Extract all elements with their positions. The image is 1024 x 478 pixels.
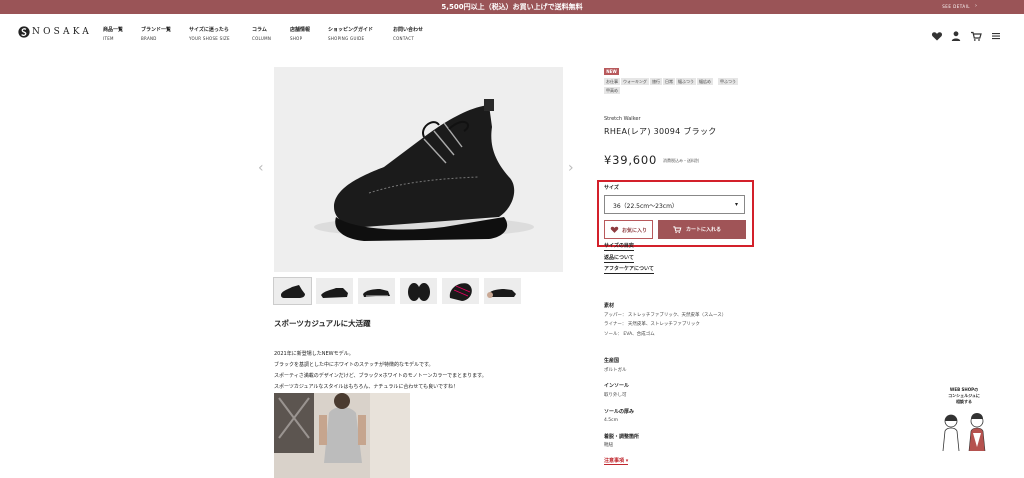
concierge-illustration xyxy=(942,413,986,452)
nav-item-shopping-guide[interactable]: ショッピングガイド SHOPING GUIDE xyxy=(328,26,373,41)
nav-sublabel: CONTACT xyxy=(393,36,415,41)
spec-heading: 素材 xyxy=(604,303,615,309)
tag[interactable]: 甲高め xyxy=(604,87,620,94)
nav-item-column[interactable]: コラム COLUMN xyxy=(252,26,271,41)
spec-heading: インソール xyxy=(604,383,630,389)
caution-label: 注意事項 xyxy=(604,458,625,464)
cart-icon xyxy=(673,226,682,234)
new-badge: NEW xyxy=(604,68,619,75)
nav-item-brand[interactable]: ブランド一覧 BRAND xyxy=(141,26,171,41)
chevron-down-icon: ▾ xyxy=(734,201,738,208)
tag[interactable]: 幅ふつう xyxy=(676,78,696,85)
thumbnail-4[interactable] xyxy=(400,278,437,304)
nav-item-item[interactable]: 商品一覧 ITEM xyxy=(103,26,123,41)
spec-text: 取り外し可 xyxy=(604,393,627,398)
thumbnail-2[interactable] xyxy=(316,278,353,304)
logo-mark-icon xyxy=(18,26,30,38)
description-line: スポーツカジュアルなスタイルはもちろん、ナチュラルに合わせても良いですね！ xyxy=(274,384,459,390)
heart-icon[interactable] xyxy=(931,27,943,41)
returns-link[interactable]: 返品について xyxy=(604,254,634,263)
nav-sublabel: BRAND xyxy=(141,36,157,41)
cart-icon[interactable] xyxy=(970,27,982,41)
description-line: ブラックを基調とした中にホワイトのステッチが特徴的なモデルです。 xyxy=(274,362,434,368)
size-guide-link[interactable]: サイズの目安 xyxy=(604,242,634,251)
add-to-cart-button[interactable]: カートに入れる xyxy=(658,220,746,239)
size-select[interactable]: 36（22.5cm〜23cm） ▾ xyxy=(604,195,745,214)
spec-heading: 着脱・調整箇所 xyxy=(604,434,640,440)
user-icon[interactable] xyxy=(950,27,962,41)
description-title: スポーツカジュアルに大活躍 xyxy=(274,319,371,328)
heart-icon xyxy=(610,226,619,233)
model-photo xyxy=(274,393,410,478)
tag[interactable]: ウォーキング xyxy=(621,78,649,85)
tag[interactable]: 幅広め xyxy=(697,78,713,85)
nav-item-contact[interactable]: お問い合わせ CONTACT xyxy=(393,26,423,41)
concierge-line: 相談する xyxy=(956,399,972,404)
size-select-value: 36（22.5cm〜23cm） xyxy=(613,203,678,210)
product-price: ¥39,600 xyxy=(604,153,658,167)
nav-sublabel: SHOPING GUIDE xyxy=(328,36,365,41)
nav-item-shoe-size[interactable]: サイズに迷ったら YOUR SHOSE SIZE xyxy=(189,26,230,41)
spec-text: ポルトガル xyxy=(604,368,627,373)
nav-label: ショッピングガイド xyxy=(328,27,374,33)
size-label: サイズ xyxy=(604,185,619,191)
caution-link[interactable]: 注意事項 ▾ xyxy=(604,457,629,465)
add-to-cart-label: カートに入れる xyxy=(686,227,722,233)
concierge-widget[interactable]: WEB SHOPの コンシェルジュに 相談する xyxy=(933,387,995,457)
favorite-label: お気に入り xyxy=(622,228,648,234)
price-note: 消費税込み・送料別 xyxy=(663,158,699,163)
thumbnail-6[interactable] xyxy=(484,278,521,304)
gallery-prev-button[interactable]: ‹ xyxy=(258,160,264,176)
product-brand[interactable]: Stretch Walker xyxy=(604,116,641,122)
favorite-button[interactable]: お気に入り xyxy=(604,220,653,239)
spec-text: ライナー： 天然皮革、ストレッチファブリック xyxy=(604,322,700,327)
spec-text: 靴紐 xyxy=(604,443,613,448)
nav-label: ブランド一覧 xyxy=(141,27,172,33)
nav-sublabel: YOUR SHOSE SIZE xyxy=(189,36,230,41)
nav-label: コラム xyxy=(252,27,267,33)
product-main-image xyxy=(274,67,563,272)
spec-text: ソール： EVA、合成ゴム xyxy=(604,332,655,337)
aftercare-link[interactable]: アフターケアについて xyxy=(604,265,654,274)
announcement-bar: 5,500円以上（税込）お買い上げで送料無料 SEE DETAIL › xyxy=(0,0,1024,14)
nav-sublabel: COLUMN xyxy=(252,36,272,41)
spec-text: アッパー： ストレッチファブリック、天然皮革（スムース） xyxy=(604,313,727,318)
tag[interactable]: お仕事 xyxy=(604,78,620,85)
thumbnail-5[interactable] xyxy=(442,278,479,304)
tag[interactable]: 日常 xyxy=(663,78,675,85)
free-shipping-message: 5,500円以上（税込）お買い上げで送料無料 xyxy=(441,3,583,11)
gallery-next-button[interactable]: › xyxy=(568,160,574,176)
thumbnail-3[interactable] xyxy=(358,278,395,304)
tag[interactable]: 旅行 xyxy=(650,78,662,85)
menu-icon[interactable] xyxy=(990,27,1002,40)
spec-text: 4.5cm xyxy=(604,418,619,423)
nav-label: 店舗情報 xyxy=(290,27,311,33)
nav-item-shop[interactable]: 店舗情報 SHOP xyxy=(290,26,310,41)
site-header: NOSAKA 商品一覧 ITEM ブランド一覧 BRAND サイズに迷ったら Y… xyxy=(0,14,1024,52)
thumbnail-1[interactable] xyxy=(273,277,312,305)
product-name: RHEA(レア) 30094 ブラック xyxy=(604,127,717,136)
see-detail-link[interactable]: SEE DETAIL xyxy=(942,4,970,9)
nav-label: サイズに迷ったら xyxy=(189,27,229,33)
description-line: 2021年に新登場したNEWモデル。 xyxy=(274,351,354,357)
chevron-right-icon: › xyxy=(975,3,977,9)
spec-heading: ソールの厚み xyxy=(604,409,635,415)
nav-sublabel: ITEM xyxy=(103,36,114,41)
nav-label: お問い合わせ xyxy=(393,27,424,33)
logo-wordmark: NOSAKA xyxy=(32,27,92,37)
nav-sublabel: SHOP xyxy=(290,36,303,41)
tag[interactable]: 甲ふつう xyxy=(718,78,738,85)
description-line: スポーティさ満載のデザインだけど、ブラック×ホワイトのモノトーンカラーでまとまり… xyxy=(274,373,487,379)
nav-label: 商品一覧 xyxy=(103,27,124,33)
spec-heading: 生産国 xyxy=(604,358,620,364)
